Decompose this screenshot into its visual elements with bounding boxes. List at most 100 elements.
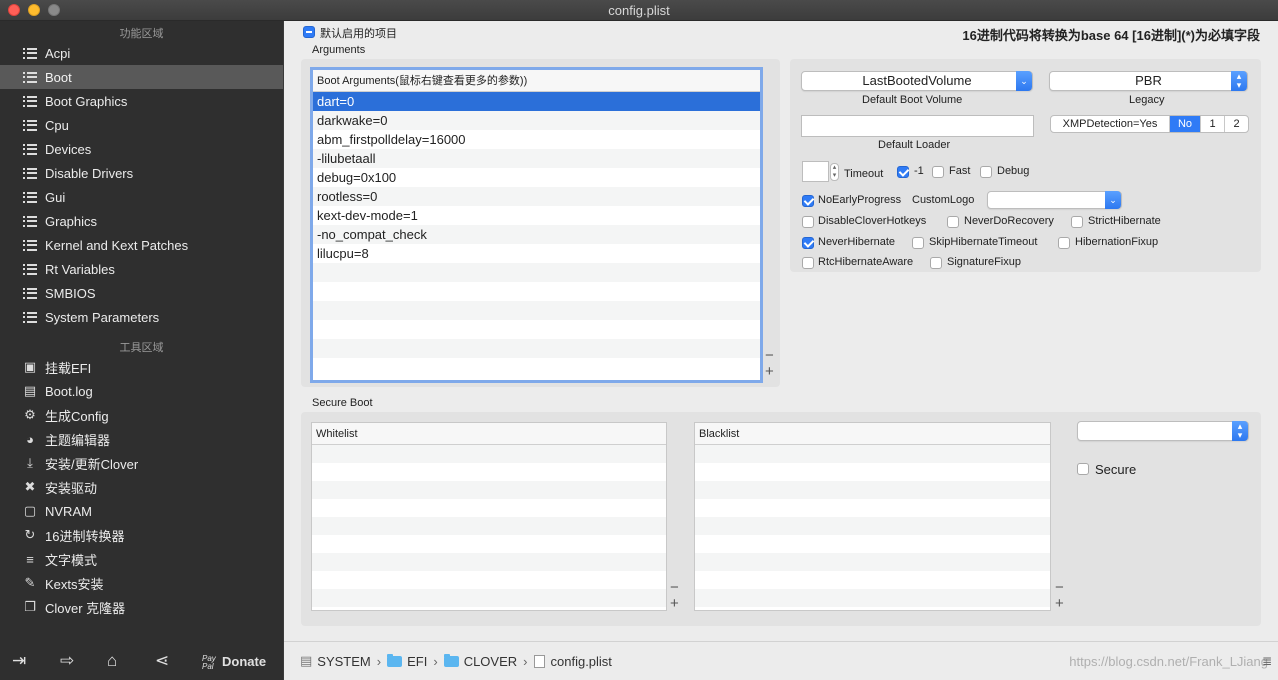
tool-generate-config[interactable]: ⚙ 生成Config (0, 403, 283, 427)
disable-clover-hotkeys-checkbox[interactable] (802, 216, 814, 228)
sidebar-item-rt-variables[interactable]: Rt Variables (0, 257, 283, 281)
table-row[interactable]: darkwake=0 (313, 111, 760, 130)
add-whitelist-button[interactable]: + (670, 596, 679, 611)
strict-hibernate-checkbox[interactable] (1071, 216, 1083, 228)
never-do-recovery-checkbox[interactable] (947, 216, 959, 228)
tool-boot-log[interactable]: ▤ Boot.log (0, 379, 283, 403)
legacy-select[interactable]: PBR ▴ ▾ (1049, 71, 1248, 91)
remove-blacklist-button[interactable]: − (1055, 580, 1064, 595)
path-item-system[interactable]: SYSTEM (317, 654, 370, 669)
table-row[interactable]: abm_firstpolldelay=16000 (313, 130, 760, 149)
main-panel: 默认启用的项目 16进制代码将转换为base 64 [16进制](*)为必填字段… (284, 21, 1278, 680)
sidebar-item-acpi[interactable]: Acpi (0, 41, 283, 65)
fast-label: Fast (949, 165, 971, 177)
xmp-option-2[interactable]: 2 (1225, 116, 1248, 132)
xmp-detection-segmented[interactable]: XMPDetection=Yes No 1 2 (1050, 115, 1249, 133)
sidebar: 功能区域 Acpi Boot Boot Graphics Cpu Devices… (0, 21, 283, 680)
secure-boot-policy-select[interactable]: ▴ ▾ (1077, 421, 1249, 441)
never-hibernate-checkbox[interactable] (802, 237, 814, 249)
tool-install-drivers[interactable]: ✖ 安装驱动 (0, 475, 283, 499)
path-item-efi[interactable]: EFI (387, 653, 427, 669)
export-icon[interactable]: ⇨ (60, 651, 74, 671)
default-boot-volume-select[interactable]: LastBootedVolume ⌄ (801, 71, 1033, 91)
xmp-detection-label[interactable]: XMPDetection=Yes (1051, 116, 1170, 132)
blacklist-header[interactable]: Blacklist (695, 423, 1050, 445)
sidebar-item-cpu[interactable]: Cpu (0, 113, 283, 137)
fast-checkbox[interactable] (932, 166, 944, 178)
empty-row (313, 301, 760, 320)
custom-logo-select[interactable]: ⌄ (987, 191, 1122, 209)
menu-icon[interactable]: ≣ (1262, 654, 1272, 668)
tool-install-clover[interactable]: ⤓ 安装/更新Clover (0, 451, 283, 475)
tool-mount-efi[interactable]: ▣ 挂载EFI (0, 355, 283, 379)
share-icon[interactable]: ⋖ (155, 651, 169, 671)
remove-argument-button[interactable]: − (765, 348, 774, 363)
no-early-progress-checkbox[interactable] (802, 195, 814, 207)
rtc-hibernate-aware-checkbox[interactable] (802, 257, 814, 269)
list-icon (22, 70, 38, 84)
sidebar-item-devices[interactable]: Devices (0, 137, 283, 161)
skip-hibernate-timeout-checkbox[interactable] (912, 237, 924, 249)
sidebar-item-system-parameters[interactable]: System Parameters (0, 305, 283, 329)
path-item-clover[interactable]: CLOVER (443, 653, 517, 669)
table-row[interactable]: lilucpu=8 (313, 244, 760, 263)
default-enabled-checkbox[interactable] (303, 26, 315, 38)
tool-theme-editor[interactable]: ◕ 主题编辑器 (0, 427, 283, 451)
table-row[interactable]: debug=0x100 (313, 168, 760, 187)
tool-clover-cloner[interactable]: ❐ Clover 克隆器 (0, 595, 283, 619)
path-item-config[interactable]: config.plist (533, 653, 612, 669)
sidebar-item-boot[interactable]: Boot (0, 65, 283, 89)
sidebar-item-disable-drivers[interactable]: Disable Drivers (0, 161, 283, 185)
sidebar-item-smbios[interactable]: SMBIOS (0, 281, 283, 305)
tool-label: 挂载EFI (45, 360, 92, 376)
list-icon (22, 310, 38, 324)
table-row[interactable]: kext-dev-mode=1 (313, 206, 760, 225)
home-icon[interactable]: ⌂ (107, 651, 117, 671)
sidebar-item-kernel-kext-patches[interactable]: Kernel and Kext Patches (0, 233, 283, 257)
xmp-no-option[interactable]: No (1170, 116, 1201, 132)
debug-checkbox[interactable] (980, 166, 992, 178)
sidebar-item-label: System Parameters (45, 309, 160, 325)
sidebar-section-tools: 工具区域 (119, 342, 164, 354)
sidebar-item-gui[interactable]: Gui (0, 185, 283, 209)
remove-whitelist-button[interactable]: − (670, 580, 679, 595)
empty-row (695, 445, 1050, 463)
timeout-field[interactable] (802, 161, 829, 182)
table-row[interactable]: rootless=0 (313, 187, 760, 206)
timeout-minus-one-checkbox[interactable] (897, 166, 909, 178)
xmp-option-1[interactable]: 1 (1201, 116, 1225, 132)
secure-checkbox[interactable] (1077, 463, 1089, 475)
sidebar-item-boot-graphics[interactable]: Boot Graphics (0, 89, 283, 113)
sidebar-item-label: SMBIOS (45, 285, 96, 301)
path-item-label: config.plist (550, 653, 612, 669)
whitelist-table[interactable]: Whitelist (311, 422, 667, 611)
title-bar: config.plist (0, 0, 1278, 21)
table-row[interactable]: -no_compat_check (313, 225, 760, 244)
tool-hex-converter[interactable]: ↻ 16进制转换器 (0, 523, 283, 547)
drive-icon: ▤ (300, 653, 313, 668)
empty-row (312, 553, 666, 571)
signature-fixup-checkbox[interactable] (930, 257, 942, 269)
boot-arguments-header[interactable]: Boot Arguments(鼠标右键查看更多的参数)) (313, 70, 760, 92)
add-argument-button[interactable]: + (765, 364, 774, 379)
whitelist-header[interactable]: Whitelist (312, 423, 666, 445)
import-icon[interactable]: ⇥ (12, 651, 26, 671)
default-loader-field[interactable] (801, 115, 1034, 137)
rtc-hibernate-aware-label: RtcHibernateAware (818, 256, 914, 268)
hibernation-fixup-checkbox[interactable] (1058, 237, 1070, 249)
default-boot-volume-label: Default Boot Volume (862, 94, 963, 106)
tool-text-mode[interactable]: ≡ 文字模式 (0, 547, 283, 571)
sidebar-item-graphics[interactable]: Graphics (0, 209, 283, 233)
chevron-updown-icon: ▴ ▾ (1231, 71, 1247, 91)
table-row[interactable]: dart=0 (313, 92, 760, 111)
empty-row (695, 463, 1050, 481)
timeout-stepper[interactable]: ▴ ▾ (830, 163, 839, 181)
gears-icon: ⚙ (24, 407, 36, 422)
tool-kexts-install[interactable]: ✎ Kexts安装 (0, 571, 283, 595)
donate-button[interactable]: Donate (222, 654, 266, 669)
table-row[interactable]: -lilubetaall (313, 149, 760, 168)
blacklist-table[interactable]: Blacklist (694, 422, 1051, 611)
add-blacklist-button[interactable]: + (1055, 596, 1064, 611)
boot-arguments-table[interactable]: Boot Arguments(鼠标右键查看更多的参数)) dart=0 dark… (310, 67, 763, 383)
tool-nvram[interactable]: ▢ NVRAM (0, 499, 283, 523)
